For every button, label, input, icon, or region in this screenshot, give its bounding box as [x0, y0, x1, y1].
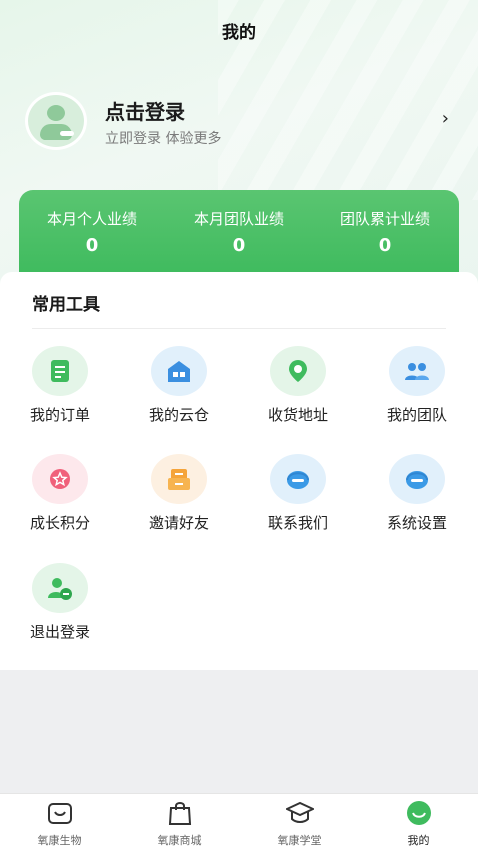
smile-face-icon [407, 801, 431, 825]
tool-address[interactable]: 收货地址 [243, 346, 353, 436]
tool-system-settings[interactable]: 系统设置 [362, 454, 472, 544]
stat-team-total[interactable]: 团队累计业绩 0 [312, 208, 458, 256]
tool-label: 成长积分 [29, 514, 90, 532]
tool-my-team[interactable]: 我的团队 [362, 346, 472, 436]
stat-team-month[interactable]: 本月团队业绩 0 [166, 208, 312, 256]
invite-icon [151, 454, 207, 504]
performance-panel: 本月个人业绩 0 本月团队业绩 0 团队累计业绩 0 [19, 190, 459, 275]
tool-growth-points[interactable]: 成长积分 [5, 454, 115, 544]
tab-label: 氧康商城 [157, 834, 202, 847]
warehouse-icon [151, 346, 207, 396]
chevron-right-icon[interactable]: › [442, 108, 449, 129]
page-title: 我的 [222, 23, 256, 43]
tool-logout[interactable]: 退出登录 [5, 563, 115, 653]
graduation-cap-icon [286, 801, 314, 823]
tool-invite-friends[interactable]: 邀请好友 [124, 454, 234, 544]
stat-label: 本月团队业绩 [193, 210, 284, 228]
avatar[interactable] [25, 92, 87, 150]
tool-my-warehouse[interactable]: 我的云仓 [124, 346, 234, 436]
tab-label: 氧康生物 [37, 834, 82, 847]
tools-title: 常用工具 [32, 295, 100, 315]
shopping-bag-icon [168, 802, 192, 825]
tab-mall[interactable]: 氧康商城 [120, 794, 239, 850]
settings-icon [389, 454, 445, 504]
tool-label: 我的团队 [386, 406, 447, 424]
tool-label: 我的订单 [29, 406, 90, 424]
tool-label: 退出登录 [29, 623, 90, 641]
headset-icon [270, 454, 326, 504]
stat-value: 0 [232, 235, 246, 256]
bag-home-icon [48, 803, 72, 824]
logout-icon [32, 563, 88, 613]
team-icon [389, 346, 445, 396]
tool-my-orders[interactable]: 我的订单 [5, 346, 115, 436]
stat-value: 0 [378, 235, 392, 256]
tool-label: 邀请好友 [148, 514, 209, 532]
bottom-tab-bar: 氧康生物 氧康商城 氧康学堂 我的 [0, 793, 478, 850]
stat-label: 本月个人业绩 [46, 210, 137, 228]
divider [32, 328, 446, 329]
login-banner[interactable]: 点击登录 立即登录 体验更多 › [25, 92, 455, 152]
location-icon [270, 346, 326, 396]
tool-label: 系统设置 [386, 514, 447, 532]
login-title[interactable]: 点击登录 [105, 96, 185, 125]
tool-label: 收货地址 [267, 406, 328, 424]
tab-label: 氧康学堂 [277, 834, 322, 847]
order-icon [32, 346, 88, 396]
stat-personal-month[interactable]: 本月个人业绩 0 [19, 208, 165, 256]
stat-value: 0 [85, 235, 99, 256]
tool-contact-us[interactable]: 联系我们 [243, 454, 353, 544]
stat-label: 团队累计业绩 [339, 210, 430, 228]
tab-mine[interactable]: 我的 [359, 794, 478, 850]
tab-label: 我的 [407, 834, 430, 847]
tools-card: 常用工具 我的订单 我的云仓 收货地址 我的团队 成长积分 邀请好友 联系我们 … [0, 272, 478, 670]
tool-label: 联系我们 [267, 514, 328, 532]
star-points-icon [32, 454, 88, 504]
tool-label: 我的云仓 [148, 406, 209, 424]
tab-home[interactable]: 氧康生物 [0, 794, 119, 850]
tab-school[interactable]: 氧康学堂 [240, 794, 359, 850]
login-subtitle: 立即登录 体验更多 [105, 131, 222, 147]
